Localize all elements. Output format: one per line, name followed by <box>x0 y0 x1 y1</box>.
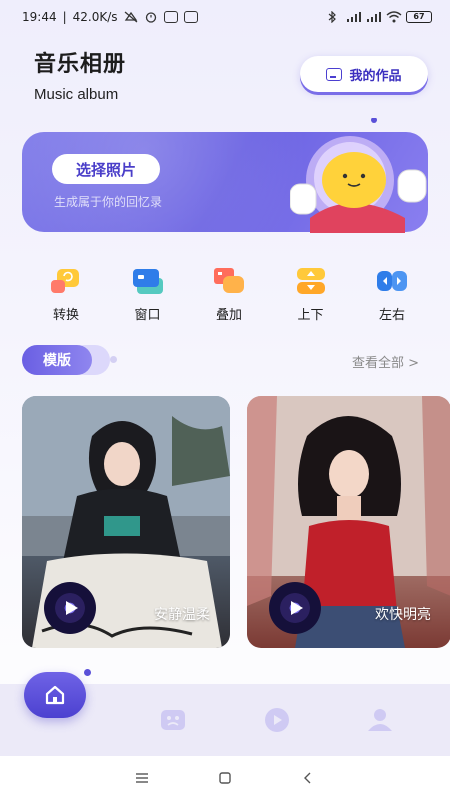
quick-action-label: 上下 <box>297 308 324 323</box>
home-icon <box>45 685 65 705</box>
quick-action-label: 转换 <box>52 308 79 323</box>
signal-icon <box>346 11 361 23</box>
template-title: 安静温柔 <box>154 607 210 623</box>
back-icon[interactable] <box>301 772 315 784</box>
signal-2-icon <box>366 11 381 23</box>
play-button[interactable] <box>269 582 321 634</box>
template-title: 欢快明亮 <box>375 607 431 623</box>
nav-home-button[interactable] <box>24 672 86 718</box>
quick-action-overlay[interactable]: 叠加 <box>205 266 253 323</box>
app-notification-icon <box>163 11 178 23</box>
up-down-icon <box>296 268 325 294</box>
quick-action-left-right[interactable]: 左右 <box>368 266 416 323</box>
page-title: 音乐相册 <box>34 52 127 77</box>
play-icon <box>290 601 303 615</box>
quick-action-label: 叠加 <box>215 308 242 323</box>
page-subtitle: Music album <box>34 86 119 103</box>
system-nav-bar <box>0 756 450 800</box>
wifi-icon <box>386 11 402 23</box>
quick-action-label: 左右 <box>378 308 405 323</box>
convert-icon <box>51 269 79 293</box>
battery-indicator: 67 <box>406 11 432 23</box>
user-icon[interactable] <box>365 707 395 733</box>
message-notification-icon <box>183 11 198 23</box>
template-card-cheerful[interactable]: 欢快明亮 <box>247 396 450 648</box>
folder-icon <box>326 67 343 81</box>
quick-action-up-down[interactable]: 上下 <box>287 266 335 323</box>
video-play-icon[interactable] <box>262 707 292 733</box>
status-bar: 19:44 | 42.0K/s 67 <box>0 0 450 34</box>
play-icon <box>65 601 78 615</box>
template-card-quiet[interactable]: 安静温柔 <box>22 396 230 648</box>
app-header: 音乐相册 Music album <box>34 46 126 103</box>
network-speed: 42.0K/s <box>72 10 118 24</box>
quick-action-window[interactable]: 窗口 <box>124 266 172 323</box>
status-time: 19:44 <box>22 10 57 24</box>
home-square-icon[interactable] <box>218 772 232 784</box>
banner-subtitle: 生成属于你的回忆录 <box>54 195 163 209</box>
view-all-link[interactable]: 查看全部 > <box>352 352 419 371</box>
tab-templates[interactable]: 模版 <box>22 345 92 375</box>
window-icon <box>132 269 163 294</box>
bluetooth-icon <box>326 10 340 24</box>
mute-icon <box>124 11 138 23</box>
menu-icon[interactable] <box>135 772 149 784</box>
quick-action-convert[interactable]: 转换 <box>42 266 90 323</box>
select-photo-button[interactable]: 选择照片 <box>52 154 160 184</box>
overlay-icon <box>214 268 244 293</box>
quick-action-label: 窗口 <box>134 308 161 323</box>
status-divider: | <box>62 10 67 24</box>
my-works-label: 我的作品 <box>349 68 402 84</box>
mascot-illustration <box>290 118 427 233</box>
play-button[interactable] <box>44 582 96 634</box>
left-right-icon <box>377 271 407 291</box>
nav-decorative-dot <box>84 669 91 676</box>
status-left: 19:44 | 42.0K/s <box>22 10 198 24</box>
my-works-button[interactable]: 我的作品 <box>300 56 428 92</box>
quick-actions: 转换 窗口 叠加 上下 左右 <box>22 266 428 323</box>
decorative-dot <box>110 356 117 363</box>
album-icon[interactable] <box>158 707 188 733</box>
alarm-icon <box>144 11 158 23</box>
status-right: 67 <box>326 10 432 24</box>
